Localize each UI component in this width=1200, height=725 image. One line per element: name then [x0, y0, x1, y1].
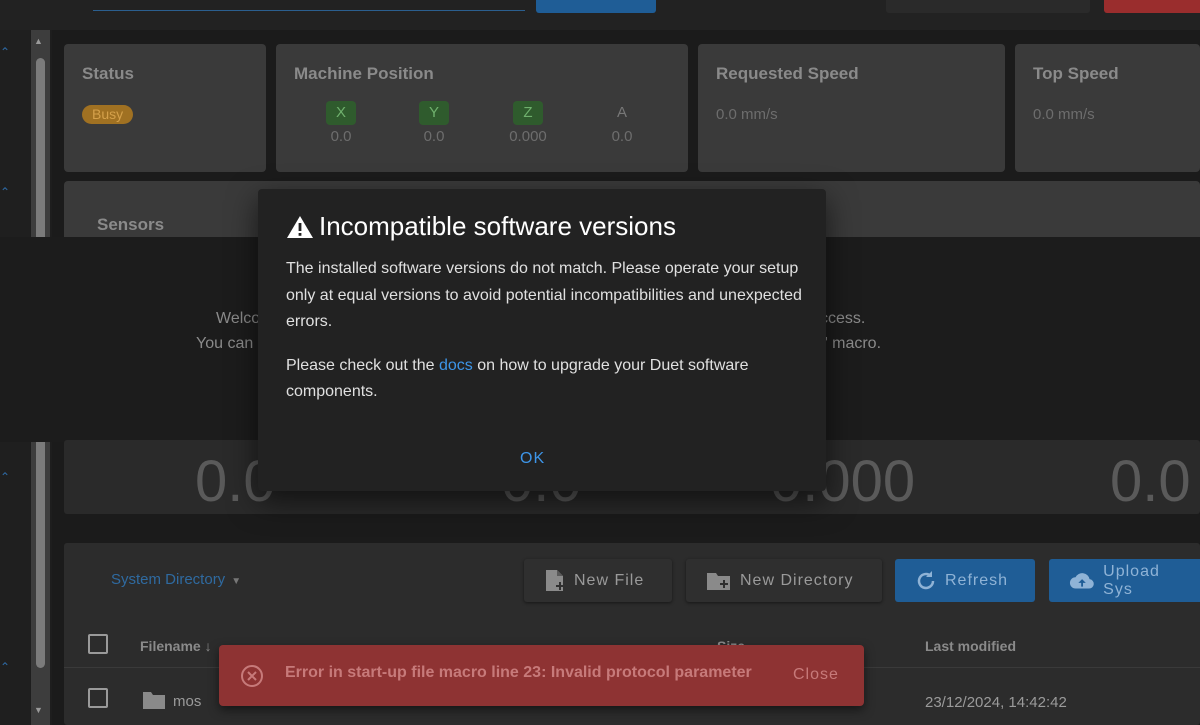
chevron-up-icon[interactable]: ⌃	[0, 185, 10, 199]
overlay-text-left-2: You can	[196, 335, 254, 352]
ok-button[interactable]: OK	[520, 450, 545, 468]
top-app-bar	[0, 0, 1200, 30]
refresh-button[interactable]: Refresh	[895, 559, 1035, 602]
top-speed-card: Top Speed 0.0 mm/s	[1015, 44, 1200, 172]
axis-y-value: 0.0	[423, 128, 445, 145]
axis-y-letter: Y	[419, 101, 449, 125]
axis-x-letter: X	[326, 101, 356, 125]
machine-position-card: Machine Position X 0.0 Y 0.0 Z 0.000 A 0…	[276, 44, 688, 172]
error-circle-icon	[241, 665, 263, 687]
axis-x: X 0.0	[311, 101, 371, 145]
snackbar-message: Error in start-up file macro line 23: In…	[285, 664, 752, 681]
overlay-text-left-1: Welco	[216, 310, 261, 327]
new-file-button[interactable]: New File	[524, 559, 672, 602]
upload-label: Upload Sys	[1103, 562, 1160, 598]
axis-z-letter: Z	[513, 101, 543, 125]
axis-a-value: 0.0	[611, 128, 633, 145]
top-speed-value: 0.0 mm/s	[1033, 106, 1095, 123]
top-emergency-button[interactable]	[1104, 0, 1200, 13]
upload-button[interactable]: Upload Sys	[1049, 559, 1200, 602]
chevron-up-icon[interactable]: ⌃	[0, 470, 10, 484]
error-snackbar: Error in start-up file macro line 23: In…	[219, 645, 864, 706]
snackbar-close-button[interactable]: Close	[793, 666, 839, 684]
new-folder-icon	[707, 572, 730, 590]
sensors-title: Sensors	[97, 215, 165, 234]
row-last-modified: 23/12/2024, 14:42:42	[925, 694, 1067, 711]
machine-position-title: Machine Position	[294, 64, 434, 83]
new-directory-button[interactable]: New Directory	[686, 559, 882, 602]
scroll-down-arrow-icon[interactable]: ▼	[34, 705, 43, 715]
column-header-filename[interactable]: Filename ↓	[140, 638, 212, 654]
docs-link[interactable]: docs	[439, 357, 473, 374]
new-directory-label: New Directory	[740, 571, 854, 589]
sort-arrow-down-icon: ↓	[204, 638, 212, 654]
status-badge: Busy	[82, 105, 134, 124]
refresh-label: Refresh	[945, 571, 1009, 589]
dialog-title: Incompatible software versions	[286, 211, 676, 242]
dialog-body: The installed software versions do not m…	[286, 256, 806, 406]
overlay-text-right-2: " macro.	[822, 335, 882, 352]
dialog-title-text: Incompatible software versions	[319, 211, 676, 241]
row-filename[interactable]: mos	[173, 693, 201, 710]
dialog-paragraph-2: Please check out the docs on how to upgr…	[286, 356, 749, 401]
axis-a-letter: A	[616, 104, 627, 121]
refresh-icon	[917, 570, 935, 589]
new-file-icon	[546, 569, 564, 591]
caret-down-icon: ▼	[231, 576, 242, 587]
top-toolbar-button[interactable]	[886, 0, 1090, 13]
dialog-paragraph-1: The installed software versions do not m…	[286, 260, 802, 330]
directory-select[interactable]: System Directory ▼	[111, 571, 241, 588]
axis-x-value: 0.0	[330, 128, 352, 145]
directory-select-label: System Directory	[111, 571, 226, 588]
top-send-button[interactable]	[536, 0, 656, 13]
column-header-last-modified[interactable]: Last modified	[925, 638, 1016, 654]
top-search-input[interactable]	[93, 10, 525, 11]
row-checkbox[interactable]	[88, 688, 108, 708]
cloud-upload-icon	[1069, 572, 1094, 589]
chevron-up-icon[interactable]: ⌃	[0, 660, 10, 674]
requested-speed-card: Requested Speed 0.0 mm/s	[698, 44, 1005, 172]
top-speed-title: Top Speed	[1033, 64, 1119, 83]
status-card: Status Busy	[64, 44, 266, 172]
overlay-text-right-1: ccess.	[820, 310, 866, 327]
requested-speed-title: Requested Speed	[716, 64, 859, 83]
new-file-label: New File	[574, 571, 645, 589]
incompatible-versions-dialog: Incompatible software versions The insta…	[258, 189, 826, 491]
readout-a: 0.0	[1110, 449, 1191, 514]
axis-z-value: 0.000	[509, 128, 547, 145]
warning-icon	[287, 215, 313, 238]
axis-a: A 0.0	[592, 101, 652, 145]
status-title: Status	[82, 64, 134, 83]
chevron-up-icon[interactable]: ⌃	[0, 45, 10, 59]
scroll-up-arrow-icon[interactable]: ▲	[34, 36, 43, 46]
folder-icon	[143, 692, 165, 709]
select-all-checkbox[interactable]	[88, 634, 108, 654]
axis-z: Z 0.000	[498, 101, 558, 145]
requested-speed-value: 0.0 mm/s	[716, 106, 778, 123]
axis-y: Y 0.0	[404, 101, 464, 145]
